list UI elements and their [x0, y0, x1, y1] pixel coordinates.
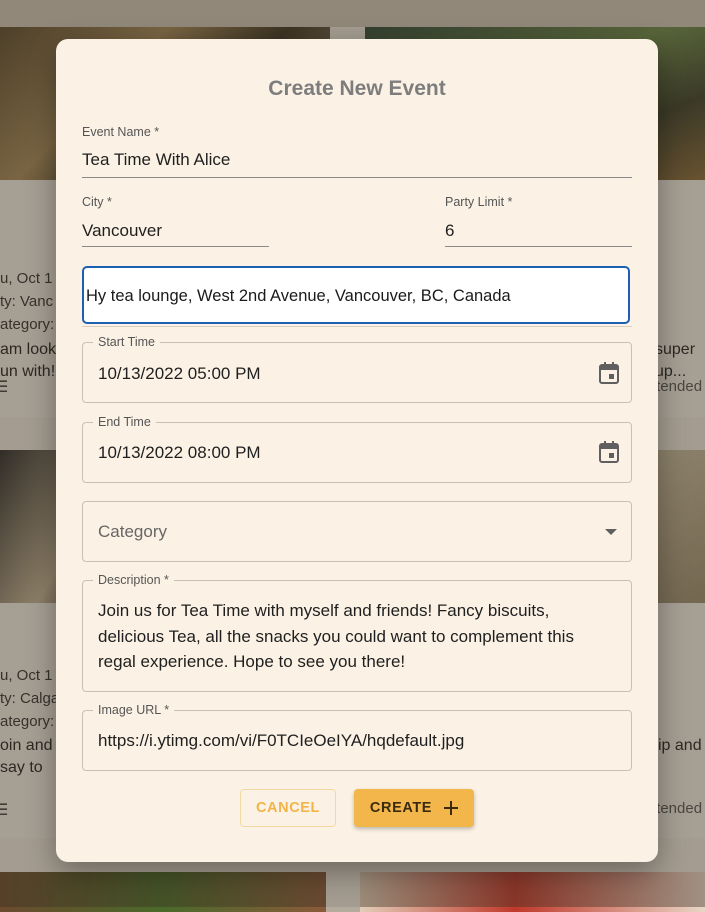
calendar-icon[interactable] [599, 441, 619, 463]
dialog-title: Create New Event [268, 77, 446, 100]
end-time-field[interactable]: End Time 10/13/2022 08:00 PM [82, 415, 632, 483]
description-textarea[interactable]: Join us for Tea Time with myself and fri… [98, 598, 613, 675]
image-url-input[interactable]: https://i.ytimg.com/vi/F0TCIeOeIYA/hqdef… [98, 731, 464, 751]
description-field[interactable]: Description * Join us for Tea Time with … [82, 573, 632, 692]
address-underline [82, 326, 632, 327]
event-name-input[interactable]: Tea Time With Alice [82, 150, 230, 170]
start-time-label: Start Time [93, 335, 160, 349]
image-url-field[interactable]: Image URL * https://i.ytimg.com/vi/F0TCI… [82, 703, 632, 771]
create-event-dialog: Create New Event Event Name * Tea Time W… [56, 39, 658, 862]
image-url-label: Image URL * [93, 703, 175, 717]
event-name-underline [82, 177, 632, 178]
address-autocomplete-input[interactable]: Hy tea lounge, West 2nd Avenue, Vancouve… [82, 266, 630, 324]
category-select[interactable]: Category [82, 501, 632, 562]
party-limit-label: Party Limit * [445, 195, 513, 209]
address-value: Hy tea lounge, West 2nd Avenue, Vancouve… [86, 287, 511, 305]
create-button[interactable]: CREATE [354, 789, 474, 827]
city-underline [82, 246, 269, 247]
calendar-icon[interactable] [599, 362, 619, 384]
city-input[interactable]: Vancouver [82, 221, 162, 241]
party-limit-input[interactable]: 6 [445, 221, 454, 241]
category-placeholder: Category [98, 522, 167, 541]
cancel-button[interactable]: CANCEL [240, 789, 336, 827]
start-time-input[interactable]: 10/13/2022 05:00 PM [98, 364, 261, 384]
dropdown-arrow-icon[interactable] [605, 528, 617, 536]
city-label: City * [82, 195, 112, 209]
start-time-field[interactable]: Start Time 10/13/2022 05:00 PM [82, 335, 632, 403]
plus-icon [444, 801, 459, 815]
description-label: Description * [93, 573, 174, 587]
end-time-input[interactable]: 10/13/2022 08:00 PM [98, 443, 261, 463]
create-button-label: CREATE [369, 800, 433, 816]
end-time-label: End Time [93, 415, 156, 429]
party-limit-underline [445, 246, 632, 247]
event-name-label: Event Name * [82, 125, 160, 139]
cancel-button-label: CANCEL [255, 800, 320, 816]
